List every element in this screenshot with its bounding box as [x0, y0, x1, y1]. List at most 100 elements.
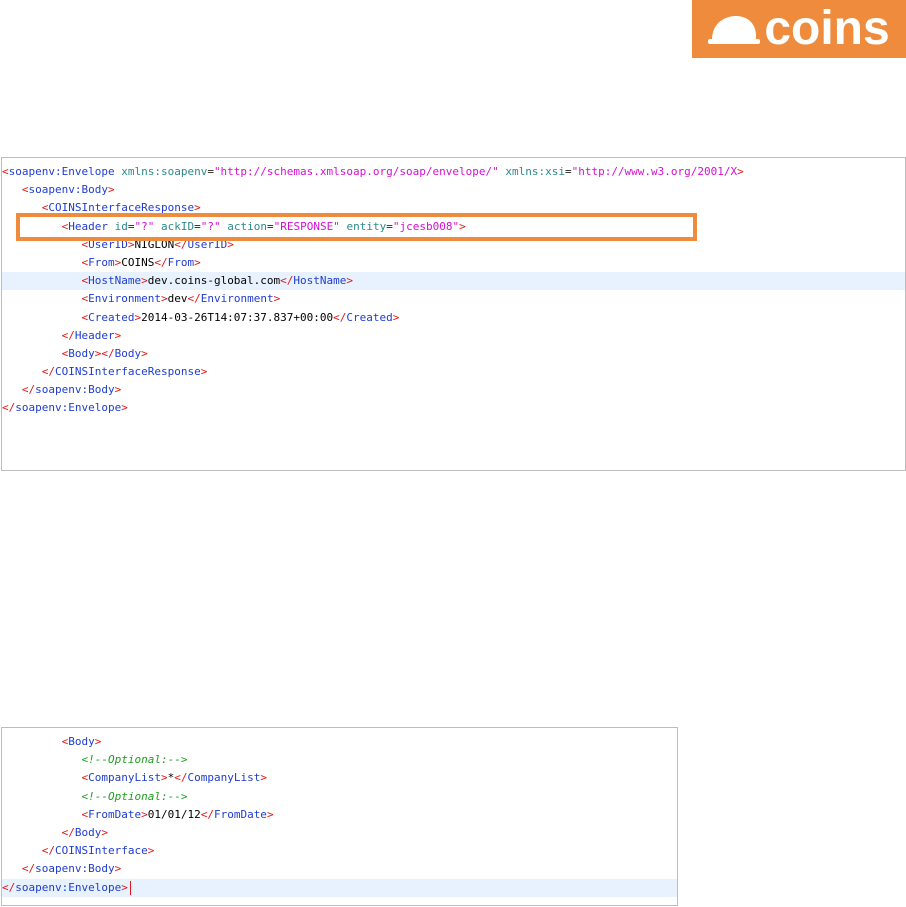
bracket: >	[194, 255, 201, 269]
code-area[interactable]: <Body> <!--Optional:--> <CompanyList>*</…	[2, 733, 677, 897]
xml-comment: <!--Optional:-->	[81, 753, 188, 767]
code-line[interactable]: <Body></Body>	[2, 345, 905, 363]
bracket: >	[114, 328, 122, 342]
bracket: </	[187, 292, 201, 306]
bracket: >	[141, 346, 148, 360]
text-content: 2014-03-26T14:07:37.837+00:00	[141, 310, 334, 324]
bracket: </	[280, 274, 294, 288]
bracket: </	[101, 346, 115, 360]
code-line[interactable]: <Body>	[2, 733, 677, 751]
bracket: >	[141, 274, 148, 288]
code-line[interactable]: <soapenv:Body>	[2, 181, 905, 199]
code-line[interactable]: <!--Optional:-->	[2, 751, 677, 769]
tag-name: soapenv:Body	[35, 383, 115, 397]
code-line[interactable]: </Header>	[2, 327, 905, 345]
bracket: </	[41, 365, 55, 379]
bracket: >	[346, 274, 354, 288]
tag-name: CompanyList	[187, 771, 261, 785]
bracket: >	[160, 771, 168, 785]
tag-name: Environment	[88, 292, 161, 306]
bracket: </	[21, 862, 36, 876]
bracket: </	[2, 401, 16, 415]
coins-logo: coins	[692, 0, 906, 58]
code-line[interactable]: <Environment>dev</Environment>	[2, 290, 905, 308]
code-line[interactable]: </soapenv:Envelope>	[2, 878, 677, 897]
xml-response-editor[interactable]: <soapenv:Envelope xmlns:soapenv="http://…	[1, 157, 906, 471]
xml-request-editor[interactable]: <Body> <!--Optional:--> <CompanyList>*</…	[1, 727, 678, 906]
code-line[interactable]: </soapenv:Body>	[2, 381, 905, 399]
tag-name: Created	[346, 310, 393, 324]
tag-name: Body	[114, 346, 142, 360]
bracket: >	[114, 383, 122, 397]
code-area[interactable]: <soapenv:Envelope xmlns:soapenv="http://…	[2, 163, 905, 418]
code-line[interactable]: </soapenv:Body>	[2, 860, 677, 878]
tag-name: Body	[68, 735, 95, 748]
bracket: >	[147, 844, 155, 858]
tag-name: From	[88, 255, 115, 269]
tag-name: HostName	[293, 274, 347, 288]
tag-name: soapenv:Envelope	[15, 401, 122, 415]
tag-name: FromDate	[88, 807, 142, 821]
bracket: >	[101, 825, 108, 839]
tag-name: Header	[74, 328, 115, 342]
code-line[interactable]: <Created>2014-03-26T14:07:37.837+00:00</…	[2, 309, 905, 327]
bracket: >	[121, 401, 128, 415]
tag-name: HostName	[88, 274, 142, 288]
bracket: >	[392, 310, 400, 324]
bracket: >	[141, 807, 148, 821]
tag-name: FromDate	[213, 807, 267, 821]
equals: =	[564, 165, 572, 178]
code-line[interactable]: <CompanyList>*</CompanyList>	[2, 769, 677, 787]
tag-name: soapenv:Body	[35, 862, 115, 876]
bracket: >	[121, 880, 128, 894]
attr-value: "http://schemas.xmlsoap.org/soap/envelop…	[213, 165, 499, 178]
header-highlight-box	[16, 213, 697, 241]
tag-name: soapenv:Envelope	[8, 165, 115, 178]
bracket: </	[41, 844, 55, 858]
tag-name: Environment	[200, 292, 274, 306]
bracket: >	[114, 862, 122, 876]
bracket: >	[160, 292, 168, 306]
code-line[interactable]: <!--Optional:-->	[2, 788, 677, 806]
code-line[interactable]: <FromDate>01/01/12</FromDate>	[2, 806, 677, 824]
bracket: >	[94, 735, 102, 748]
code-line[interactable]: <HostName>dev.coins-global.com</HostName…	[2, 272, 905, 291]
bracket: <	[2, 165, 9, 178]
bracket: >	[266, 807, 274, 821]
tag-name: Created	[88, 310, 135, 324]
bracket: </	[174, 771, 188, 785]
code-line[interactable]: </soapenv:Envelope>	[2, 399, 905, 417]
attr-name: xmlns:xsi	[505, 165, 565, 178]
attr-value: "http://www.w3.org/2001/X	[571, 165, 738, 178]
code-line[interactable]: <soapenv:Envelope xmlns:soapenv="http://…	[2, 163, 905, 181]
text-content: dev.coins-global.com	[147, 274, 281, 288]
text-content: 01/01/12	[147, 807, 201, 821]
tag-name: COINSInterfaceResponse	[55, 365, 201, 379]
text-caret	[129, 880, 131, 895]
tag-name: CompanyList	[88, 771, 161, 785]
bracket: </	[200, 807, 214, 821]
bracket: </	[61, 825, 75, 839]
tag-name: Body	[74, 825, 102, 839]
text-content: COINS	[121, 255, 155, 269]
bracket: </	[2, 880, 16, 894]
equals: =	[207, 165, 214, 178]
bracket: >	[107, 183, 115, 197]
code-line[interactable]: </Body>	[2, 824, 677, 842]
bracket: </	[61, 328, 75, 342]
bracket: >	[273, 292, 281, 306]
tag-name: From	[167, 255, 195, 269]
xml-comment: <!--Optional:-->	[81, 789, 188, 803]
tag-name: soapenv:Body	[28, 183, 108, 197]
code-line[interactable]: <From>COINS</From>	[2, 254, 905, 272]
bracket: >	[200, 365, 208, 379]
bracket: </	[21, 383, 36, 397]
bracket: </	[154, 255, 168, 269]
text-content: dev	[167, 292, 188, 306]
tag-name: Body	[68, 346, 95, 360]
attr-name: xmlns:soapenv	[121, 165, 208, 178]
code-line[interactable]: </COINSInterface>	[2, 842, 677, 860]
tag-name: soapenv:Envelope	[15, 880, 122, 894]
logo-wordmark: coins	[764, 2, 890, 55]
code-line[interactable]: </COINSInterfaceResponse>	[2, 363, 905, 381]
